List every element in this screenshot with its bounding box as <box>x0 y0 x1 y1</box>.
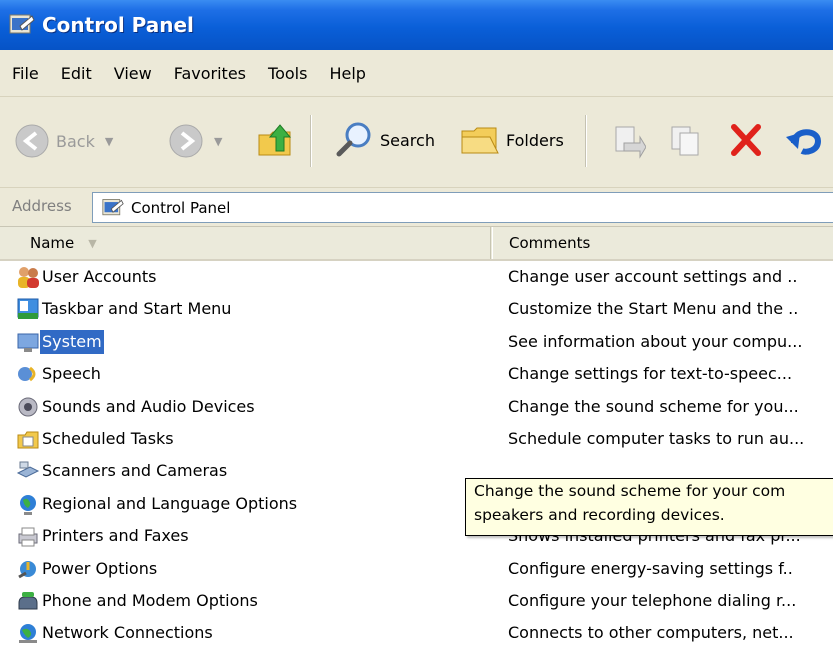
item-name: Printers and Faxes <box>42 526 189 546</box>
sort-descending-icon: ▼ <box>88 236 97 250</box>
item-name: Power Options <box>42 558 158 578</box>
item-name: Speech <box>42 364 101 384</box>
globe-icon <box>20 494 36 515</box>
item-comment: Configure your telephone dialing r... <box>508 590 797 610</box>
item-comment: Customize the Start Menu and the .. <box>508 299 799 319</box>
item-name: Network Connections <box>42 623 213 643</box>
menu-file[interactable]: File <box>12 62 39 85</box>
search-label: Search <box>380 130 435 150</box>
sounds-icon <box>18 397 38 417</box>
scheduled-tasks-icon <box>17 431 39 449</box>
search-icon <box>336 122 371 157</box>
menu-favorites[interactable]: Favorites <box>174 62 246 85</box>
column-header-comments[interactable]: Comments <box>492 227 833 259</box>
delete-button[interactable] <box>728 121 764 159</box>
item-comment: Change the sound scheme for you... <box>508 396 799 416</box>
list-item[interactable]: Taskbar and Start Menu Customize the Sta… <box>0 293 833 325</box>
user-accounts-icon <box>18 267 39 288</box>
menu-edit[interactable]: Edit <box>61 62 92 85</box>
folders-label: Folders <box>506 130 564 150</box>
item-name: System <box>40 329 104 354</box>
network-icon <box>19 624 37 644</box>
tooltip-line: speakers and recording devices. <box>474 506 725 524</box>
item-name: Scheduled Tasks <box>42 428 174 448</box>
list-item[interactable]: Power Options Configure energy-saving se… <box>0 553 833 585</box>
tooltip-line: Change the sound scheme for your com <box>474 482 786 500</box>
system-icon <box>17 333 39 352</box>
item-name: Scanners and Cameras <box>42 461 228 481</box>
back-label: Back <box>56 131 95 151</box>
list-item[interactable]: Network Connections Connects to other co… <box>0 617 833 649</box>
item-name: Regional and Language Options <box>42 493 298 513</box>
list-item[interactable]: User Accounts Change user account settin… <box>0 261 833 293</box>
address-input[interactable]: Control Panel <box>92 192 833 223</box>
item-name: Sounds and Audio Devices <box>42 396 255 416</box>
menu-view[interactable]: View <box>114 62 152 85</box>
power-icon <box>18 560 36 578</box>
menu-help[interactable]: Help <box>329 62 365 85</box>
list-item[interactable]: Phone and Modem Options Configure your t… <box>0 585 833 617</box>
window-title: Control Panel <box>42 13 194 37</box>
address-label: Address <box>12 197 72 215</box>
move-to-icon <box>615 126 646 159</box>
list-item[interactable]: Sounds and Audio Devices Change the soun… <box>0 391 833 423</box>
column-name-label: Name <box>30 234 75 252</box>
move-to-button[interactable] <box>610 123 646 159</box>
up-folder-button[interactable] <box>256 121 294 159</box>
menu-tools[interactable]: Tools <box>268 62 307 85</box>
control-panel-icon <box>102 198 124 215</box>
copy-to-button[interactable] <box>668 123 704 159</box>
forward-dropdown-icon[interactable]: ▼ <box>214 135 222 148</box>
speech-icon <box>18 366 36 382</box>
address-bar: Address Control Panel <box>0 188 833 227</box>
control-panel-icon <box>9 14 35 34</box>
undo-icon <box>786 129 822 155</box>
forward-arrow-icon <box>169 124 203 158</box>
printer-icon <box>18 527 38 547</box>
item-comment: Change user account settings and .. <box>508 267 798 286</box>
toolbar-separator <box>585 115 587 167</box>
list-item[interactable]: Scheduled Tasks Schedule computer tasks … <box>0 423 833 455</box>
search-button[interactable]: Search <box>334 121 435 159</box>
back-arrow-icon <box>15 124 49 158</box>
scanners-icon <box>16 461 40 478</box>
copy-to-icon <box>671 126 699 156</box>
delete-x-icon <box>731 124 761 156</box>
item-name: Phone and Modem Options <box>42 590 258 610</box>
undo-button[interactable] <box>784 121 824 159</box>
list-item[interactable]: Speech Change settings for text-to-speec… <box>0 358 833 390</box>
title-bar[interactable]: Control Panel <box>0 0 833 50</box>
phone-icon <box>18 591 38 610</box>
item-name: User Accounts <box>42 267 157 286</box>
toolbar: Back ▼ ▼ Search Folders <box>0 97 833 188</box>
item-comment: Connects to other computers, net... <box>508 623 794 643</box>
column-header-name[interactable]: Name ▼ <box>0 227 491 259</box>
folders-button[interactable]: Folders <box>460 121 564 159</box>
column-comments-label: Comments <box>509 234 591 252</box>
forward-button[interactable]: ▼ <box>168 123 222 159</box>
item-name: Taskbar and Start Menu <box>42 299 232 319</box>
up-folder-icon <box>258 124 292 156</box>
taskbar-icon <box>17 298 39 320</box>
back-button[interactable]: Back ▼ <box>14 123 113 159</box>
folders-icon <box>461 127 499 154</box>
menu-bar: File Edit View Favorites Tools Help <box>0 50 833 97</box>
address-value: Control Panel <box>131 198 231 217</box>
item-comment: Configure energy-saving settings f.. <box>508 558 793 578</box>
item-comment: Change settings for text-to-speec... <box>508 364 793 384</box>
toolbar-separator <box>310 115 312 167</box>
back-dropdown-icon[interactable]: ▼ <box>105 135 113 148</box>
tooltip: Change the sound scheme for your com spe… <box>465 478 833 536</box>
list-item[interactable]: System See information about your compu.… <box>0 326 833 358</box>
item-comment: Schedule computer tasks to run au... <box>508 428 805 448</box>
item-comment: See information about your compu... <box>508 331 803 351</box>
column-header-row: Name ▼ Comments <box>0 227 833 261</box>
item-list: User Accounts Change user account settin… <box>0 261 833 650</box>
